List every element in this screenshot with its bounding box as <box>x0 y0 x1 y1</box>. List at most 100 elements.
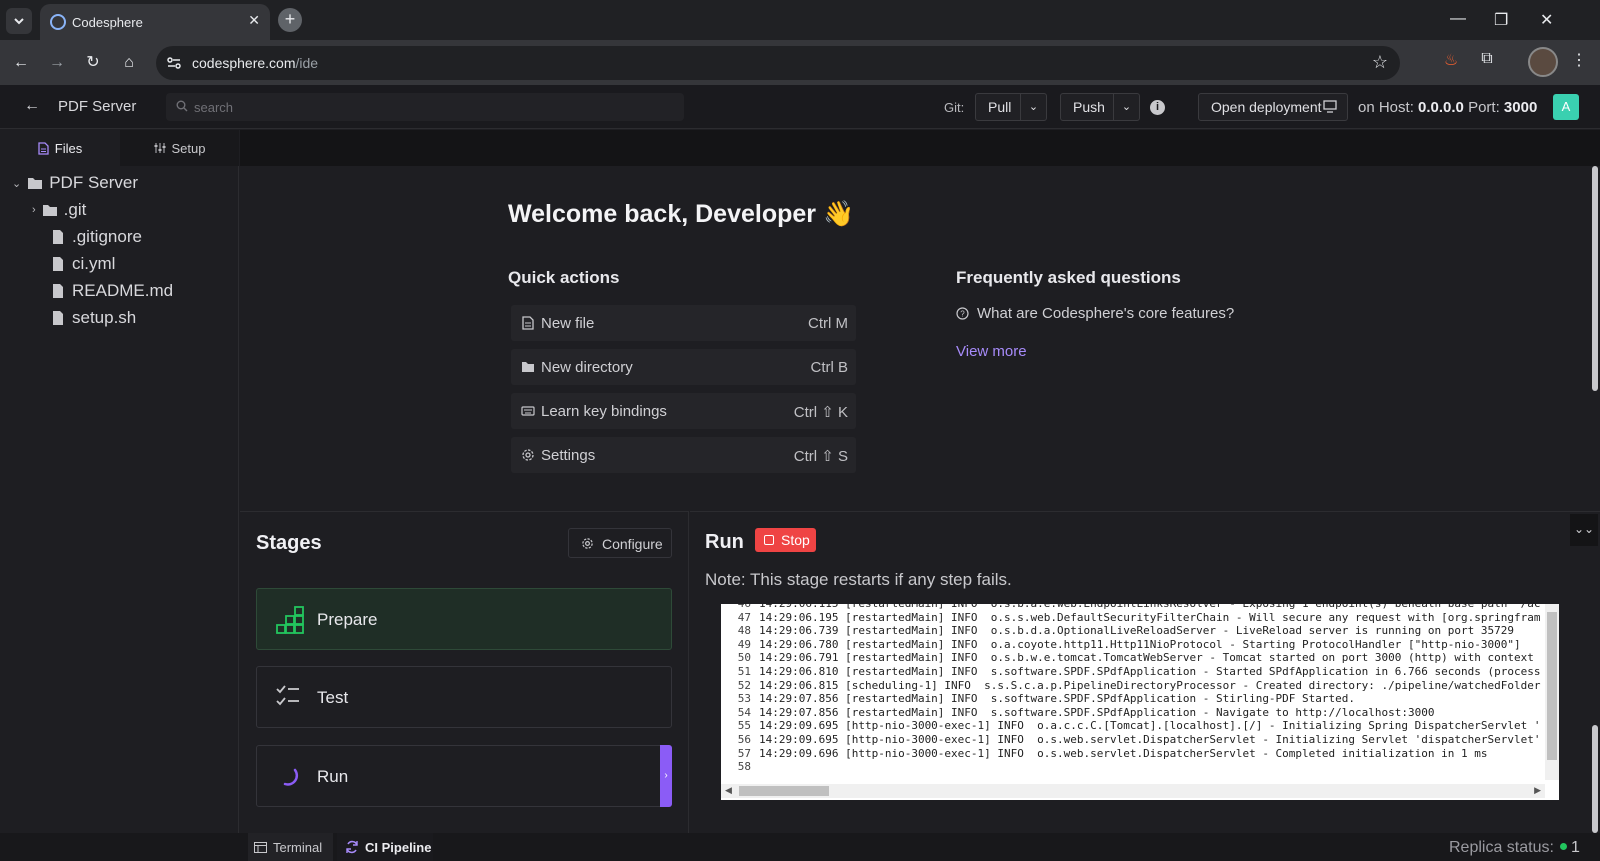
tab-terminal[interactable]: Terminal <box>248 833 333 861</box>
log-vertical-scrollbar[interactable] <box>1545 604 1559 780</box>
reload-icon[interactable]: ↻ <box>82 52 104 74</box>
stop-button[interactable]: Stop <box>755 528 816 552</box>
tab-setup[interactable]: Setup <box>120 130 239 166</box>
svg-text:?: ? <box>960 310 965 319</box>
info-icon[interactable]: i <box>1150 100 1165 115</box>
quick-action-new-file[interactable]: New file Ctrl M <box>511 305 856 341</box>
bookmark-star-icon[interactable]: ☆ <box>1372 52 1388 73</box>
tree-item-readme[interactable]: README.md <box>50 278 173 304</box>
question-circle-icon: ? <box>956 307 969 320</box>
quick-action-settings[interactable]: Settings Ctrl ⇧ S <box>511 437 856 473</box>
terminal-label: Terminal <box>273 839 323 855</box>
tab-files[interactable]: Files <box>0 130 120 166</box>
scroll-thumb[interactable] <box>739 786 829 796</box>
log-line: 53 14:29:07.856 [restartedMain] INFO s.so… <box>721 692 1355 706</box>
forward-icon[interactable]: → <box>46 52 68 74</box>
log-horizontal-scrollbar[interactable]: ◀ ▶ <box>721 784 1545 798</box>
new-tab-button[interactable]: + <box>278 8 302 32</box>
search-input[interactable] <box>194 97 674 117</box>
extension-flame-icon[interactable]: ♨ <box>1440 50 1462 72</box>
stages-title: Stages <box>256 532 322 554</box>
panel-scrollbar[interactable] <box>1592 725 1598 833</box>
close-window-icon[interactable]: ✕ <box>1540 10 1553 30</box>
tree-item-setup-sh[interactable]: setup.sh <box>50 305 136 331</box>
terminal-icon <box>254 841 267 853</box>
pull-dropdown-chevron-icon[interactable]: ⌄ <box>1020 94 1046 120</box>
scroll-left-arrow-icon[interactable]: ◀ <box>725 785 732 796</box>
back-icon[interactable]: ← <box>10 52 32 74</box>
tab-list-button[interactable] <box>6 8 32 34</box>
folder-icon <box>522 362 534 372</box>
sidebar-tabs: Files Setup <box>0 130 239 166</box>
tree-item-ci-yml[interactable]: ci.yml <box>50 251 115 277</box>
back-arrow-icon[interactable]: ← <box>24 97 40 115</box>
stage-run[interactable]: Run › <box>256 745 672 807</box>
quick-action-shortcut: Ctrl M <box>808 315 848 332</box>
pull-button[interactable]: Pull <box>988 99 1011 115</box>
maximize-icon[interactable]: ❐ <box>1494 10 1508 30</box>
log-line-number: 51 <box>737 665 751 678</box>
stage-test[interactable]: Test <box>256 666 672 728</box>
browser-tab[interactable]: Codesphere ✕ <box>40 4 270 40</box>
view-more-link[interactable]: View more <box>956 343 1027 360</box>
url-path: /ide <box>295 55 319 71</box>
url-host: codesphere.com <box>192 55 296 71</box>
log-line-number: 49 <box>737 637 751 651</box>
log-line: 50 14:29:06.791 [restartedMain] INFO o.s.… <box>721 651 1534 665</box>
faq-item[interactable]: ? What are Codesphere's core features? <box>956 305 1234 322</box>
scroll-right-arrow-icon[interactable]: ▶ <box>1534 785 1541 796</box>
search-box[interactable] <box>166 93 684 121</box>
file-icon <box>53 257 63 271</box>
quick-action-label: New directory <box>541 359 633 376</box>
tree-root-label: PDF Server <box>49 173 139 192</box>
host-info: on Host: 0.0.0.0 Port: 3000 <box>1358 99 1537 116</box>
site-info-icon[interactable] <box>164 53 184 73</box>
file-icon <box>522 316 534 330</box>
quick-action-new-directory[interactable]: New directory Ctrl B <box>511 349 856 385</box>
collapse-chevron-icon[interactable]: ⌄⌄ <box>1570 514 1598 546</box>
loading-spinner-icon <box>283 768 299 786</box>
faq-title: Frequently asked questions <box>956 268 1181 287</box>
chevron-right-icon[interactable]: › <box>660 745 672 807</box>
close-tab-icon[interactable]: ✕ <box>248 12 260 29</box>
main-scrollbar[interactable] <box>1592 166 1598 391</box>
tree-item-git[interactable]: › .git <box>32 197 86 223</box>
log-line: 57 14:29:09.696 [http-nio-3000-exec-1] IN… <box>721 747 1488 761</box>
port-value: 3000 <box>1503 99 1538 116</box>
stage-label: Prepare <box>317 610 378 629</box>
more-menu-icon[interactable]: ⋮ <box>1568 50 1590 72</box>
stage-prepare[interactable]: Prepare <box>256 588 672 650</box>
sync-icon <box>346 840 358 854</box>
home-icon[interactable]: ⌂ <box>118 52 140 74</box>
log-line-text: 14:29:06.791 [restartedMain] INFO o.s.b.… <box>759 651 1534 665</box>
file-icon <box>38 141 49 155</box>
user-avatar[interactable]: A <box>1553 94 1579 120</box>
configure-button[interactable]: Configure <box>568 528 672 558</box>
quick-actions-title: Quick actions <box>508 268 620 287</box>
open-deployment-button[interactable]: Open deployment <box>1198 93 1348 121</box>
profile-avatar[interactable] <box>1528 47 1558 77</box>
chevron-right-icon: › <box>32 204 36 216</box>
stop-label: Stop <box>781 532 810 548</box>
run-log[interactable]: 4614:29:06.115 [restartedMain] INFO o.s.… <box>721 604 1559 800</box>
push-dropdown-chevron-icon[interactable]: ⌄ <box>1113 94 1139 120</box>
log-line-number: 53 <box>737 692 751 706</box>
log-line-text: 14:29:06.815 [scheduling-1] INFO s.s.S.c… <box>759 678 1541 692</box>
tree-item-label: .gitignore <box>72 227 142 246</box>
extensions-puzzle-icon[interactable]: ⧉ <box>1476 50 1498 72</box>
scroll-thumb[interactable] <box>1547 612 1557 760</box>
url-bar[interactable]: codesphere.com/ide ☆ <box>156 46 1400 80</box>
log-line-text: 14:29:06.739 [restartedMain] INFO o.s.b.… <box>759 624 1514 638</box>
minimize-icon[interactable]: — <box>1450 10 1466 28</box>
monitor-icon <box>1323 100 1337 113</box>
git-label: Git: <box>944 100 965 115</box>
tree-item-gitignore[interactable]: .gitignore <box>50 224 142 250</box>
host-prefix: on Host: <box>1358 99 1419 116</box>
tree-root-folder[interactable]: ⌄ PDF Server <box>12 170 138 196</box>
tab-ci-pipeline[interactable]: CI Pipeline <box>337 833 433 861</box>
prepare-stairs-icon <box>276 606 304 634</box>
bottom-bar: Terminal CI Pipeline Replica status: 1 <box>0 833 1600 861</box>
push-button[interactable]: Push <box>1073 99 1105 115</box>
log-line-text: 14:29:07.856 [restartedMain] INFO s.soft… <box>759 705 1435 719</box>
quick-action-key-bindings[interactable]: Learn key bindings Ctrl ⇧ K <box>511 393 856 429</box>
